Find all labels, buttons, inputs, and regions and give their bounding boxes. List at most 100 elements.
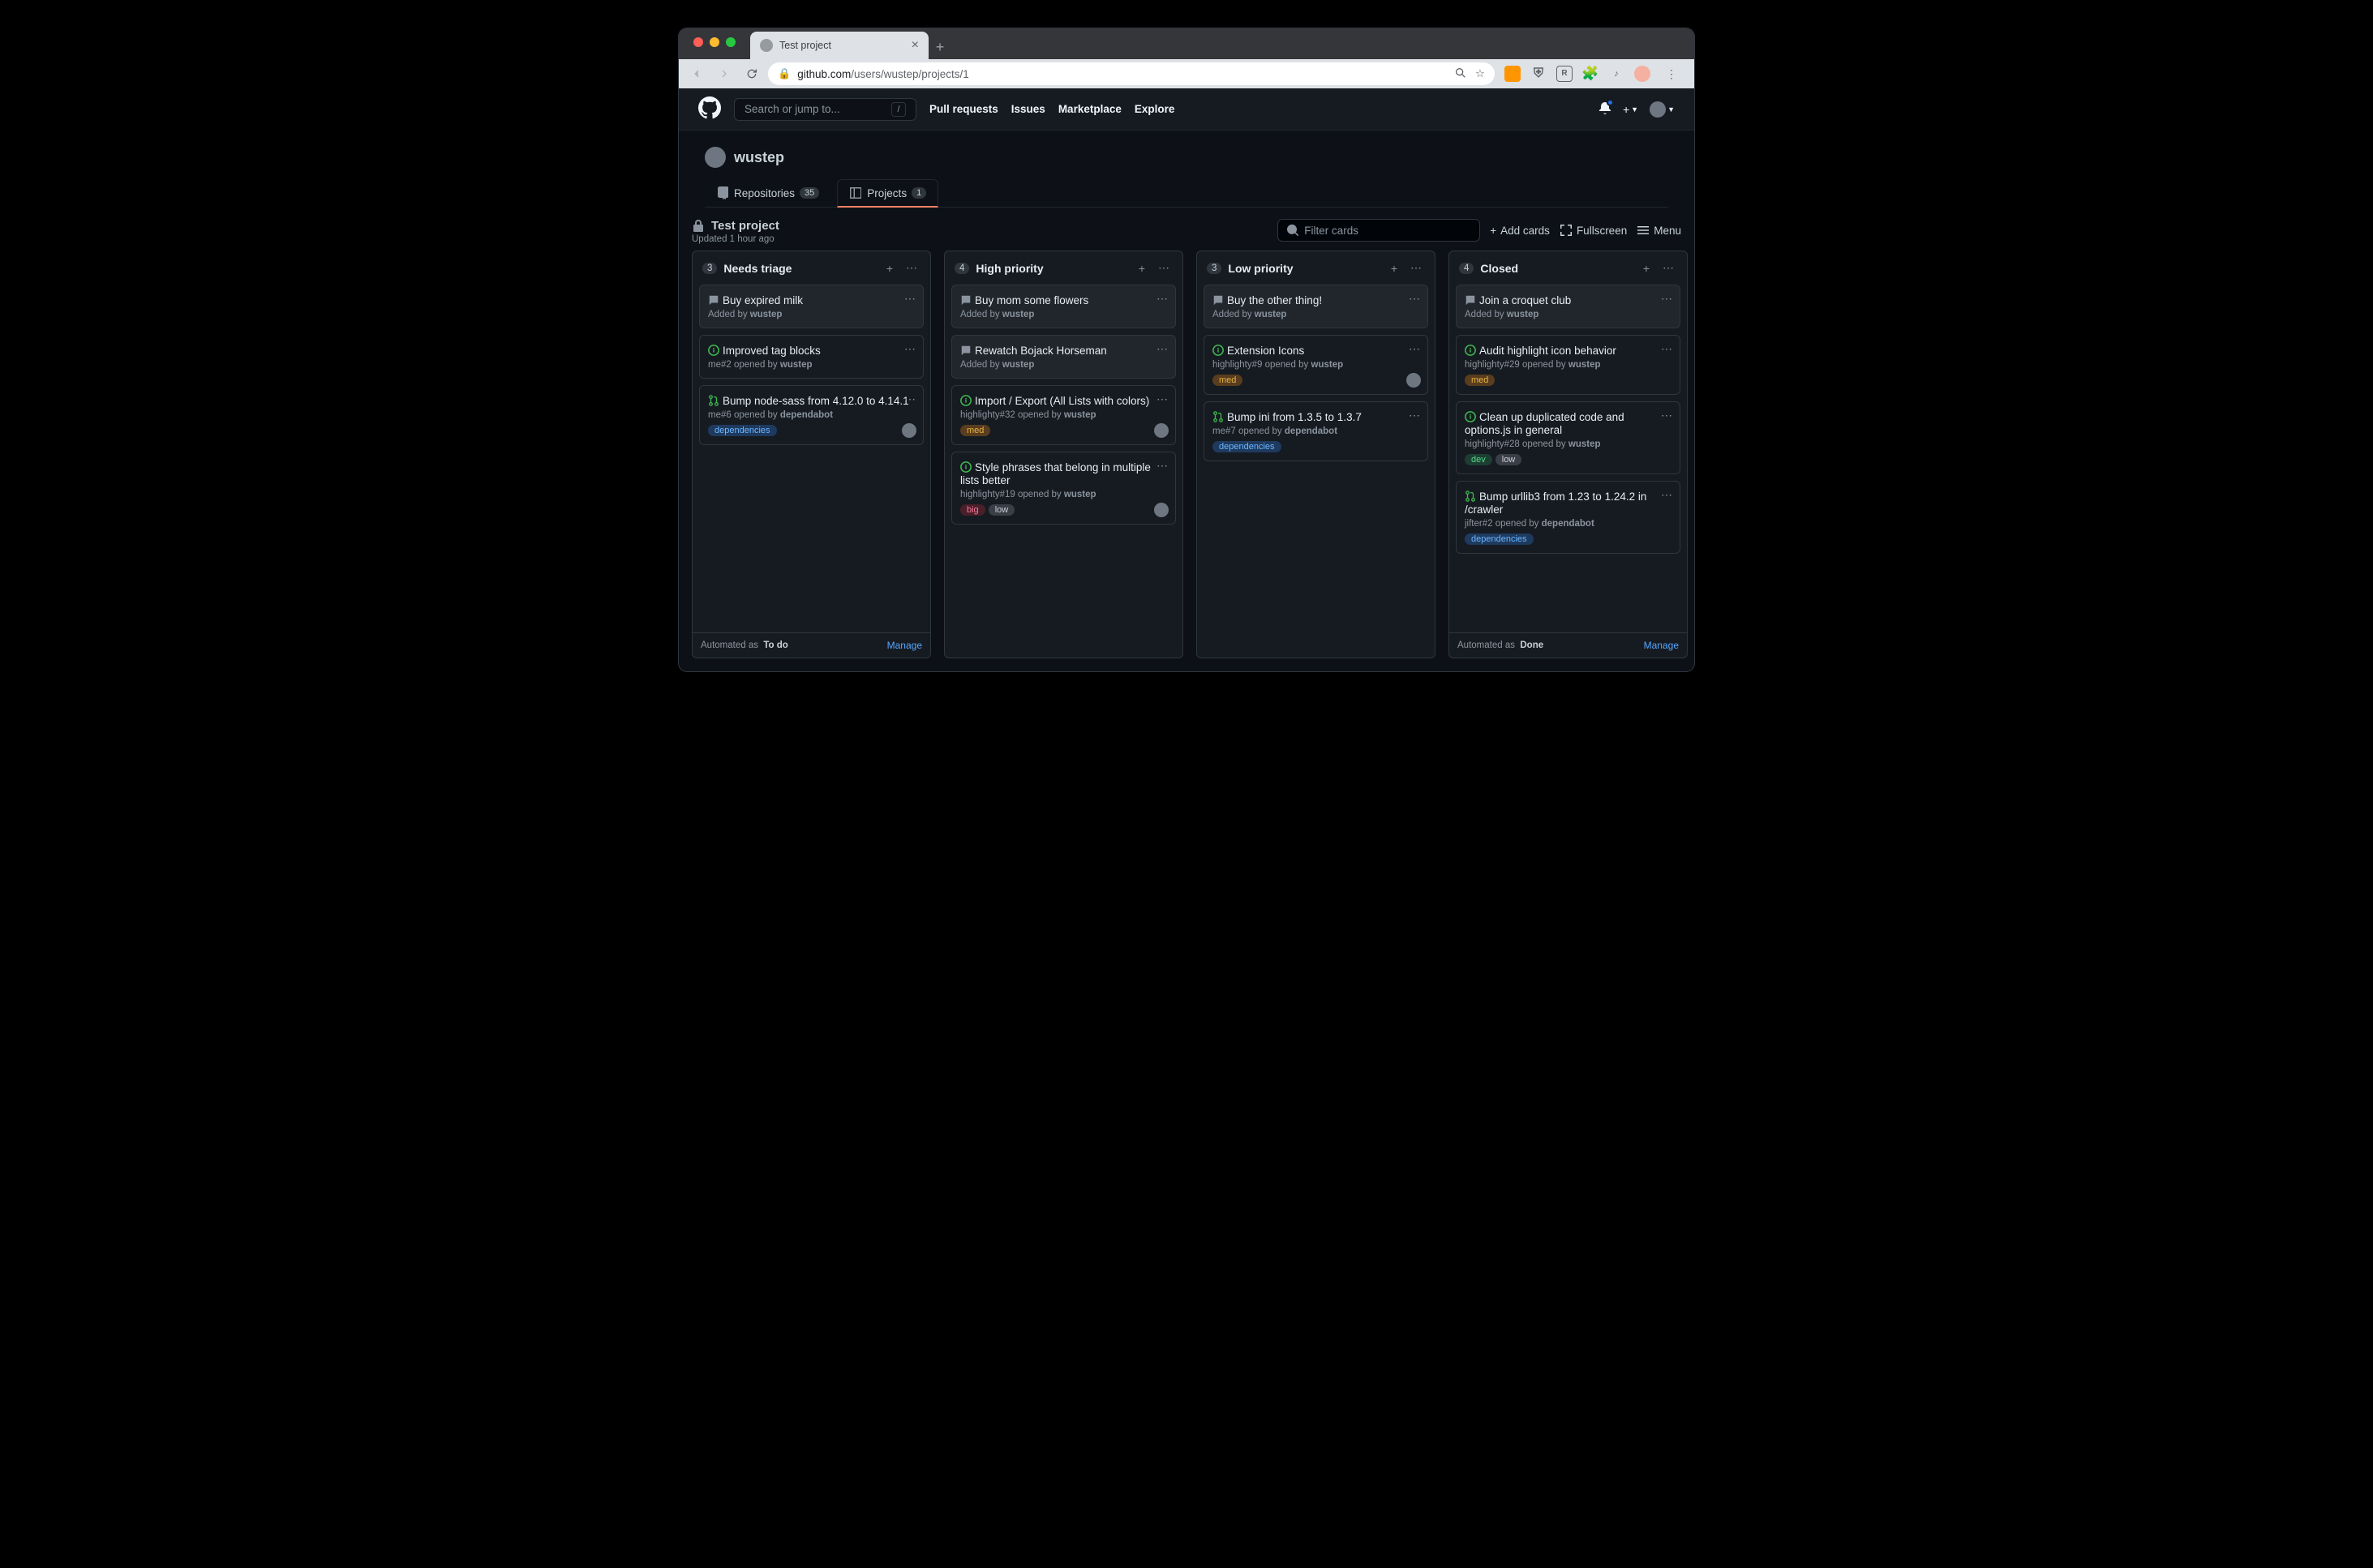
card-title: Buy mom some flowers — [975, 294, 1088, 306]
card-menu-icon[interactable]: ⋯ — [1156, 342, 1169, 356]
profile-username[interactable]: wustep — [734, 149, 784, 166]
global-search-input[interactable]: Search or jump to... / — [734, 98, 916, 121]
profile-avatar-icon[interactable] — [1634, 66, 1650, 82]
label-dependencies[interactable]: dependencies — [1212, 441, 1281, 452]
project-card[interactable]: ⋯Rewatch Bojack HorsemanAdded by wustep — [951, 335, 1176, 379]
add-cards-button[interactable]: +Add cards — [1490, 225, 1550, 237]
column-menu-icon[interactable]: ⋯ — [1407, 259, 1425, 276]
label-med[interactable]: med — [960, 425, 990, 436]
card-menu-icon[interactable]: ⋯ — [1409, 342, 1421, 356]
card-title[interactable]: Bump ini from 1.3.5 to 1.3.7 — [1227, 411, 1362, 423]
notifications-icon[interactable] — [1598, 101, 1611, 117]
media-control-icon[interactable]: ♪ — [1608, 66, 1624, 82]
nav-link-marketplace[interactable]: Marketplace — [1058, 103, 1122, 115]
add-card-button[interactable]: + — [1388, 260, 1401, 276]
column-menu-icon[interactable]: ⋯ — [1659, 259, 1677, 276]
label-dependencies[interactable]: dependencies — [708, 425, 777, 436]
label-low[interactable]: low — [1495, 454, 1522, 465]
project-card[interactable]: ⋯Buy mom some flowersAdded by wustep — [951, 285, 1176, 328]
card-menu-icon[interactable]: ⋯ — [1409, 292, 1421, 306]
project-card[interactable]: ⋯Improved tag blocksme#2 opened by wuste… — [699, 335, 924, 379]
reload-button[interactable] — [740, 62, 763, 85]
assignee-avatar[interactable] — [1406, 373, 1421, 388]
project-card[interactable]: ⋯Join a croquet clubAdded by wustep — [1456, 285, 1680, 328]
label-dependencies[interactable]: dependencies — [1465, 533, 1534, 545]
card-menu-icon[interactable]: ⋯ — [904, 292, 916, 306]
card-menu-icon[interactable]: ⋯ — [1409, 409, 1421, 422]
project-card[interactable]: ⋯ Clean up duplicated code and options.js… — [1456, 401, 1680, 474]
card-title[interactable]: Import / Export (All Lists with colors) — [975, 395, 1149, 407]
tab-repositories[interactable]: Repositories35 — [705, 179, 830, 207]
column-menu-icon[interactable]: ⋯ — [903, 259, 920, 276]
nav-link-pull-requests[interactable]: Pull requests — [929, 103, 998, 115]
ublock-icon[interactable]: ⛨ — [1530, 66, 1547, 82]
card-menu-icon[interactable]: ⋯ — [1661, 409, 1673, 422]
card-title[interactable]: Style phrases that belong in multiple li… — [960, 461, 1151, 486]
card-menu-icon[interactable]: ⋯ — [1156, 292, 1169, 306]
minimize-window-icon[interactable] — [710, 37, 719, 47]
label-low[interactable]: low — [989, 504, 1015, 516]
create-new-dropdown[interactable]: +▼ — [1623, 103, 1638, 116]
add-card-button[interactable]: + — [1640, 260, 1653, 276]
project-card[interactable]: ⋯Buy the other thing!Added by wustep — [1204, 285, 1428, 328]
assignee-avatar[interactable] — [902, 423, 916, 438]
close-window-icon[interactable] — [693, 37, 703, 47]
filter-cards-input[interactable]: Filter cards — [1277, 219, 1480, 242]
close-tab-icon[interactable]: × — [912, 38, 919, 53]
browser-tab[interactable]: Test project × — [750, 32, 929, 59]
user-menu-dropdown[interactable]: ▼ — [1650, 101, 1675, 118]
project-card[interactable]: ⋯Bump ini from 1.3.5 to 1.3.7me#7 opened… — [1204, 401, 1428, 461]
card-title[interactable]: Audit highlight icon behavior — [1479, 345, 1616, 357]
address-bar[interactable]: 🔒 github.com/users/wustep/projects/1 ☆ — [768, 62, 1495, 85]
assignee-avatar[interactable] — [1154, 423, 1169, 438]
github-logo[interactable] — [698, 96, 721, 122]
new-tab-button[interactable]: + — [929, 39, 951, 59]
label-med[interactable]: med — [1212, 375, 1242, 386]
column-menu-icon[interactable]: ⋯ — [1155, 259, 1173, 276]
menu-button[interactable]: Menu — [1637, 224, 1681, 237]
card-menu-icon[interactable]: ⋯ — [1661, 342, 1673, 356]
project-card[interactable]: ⋯Bump node-sass from 4.12.0 to 4.14.1me#… — [699, 385, 924, 445]
label-med[interactable]: med — [1465, 375, 1495, 386]
project-card[interactable]: ⋯ Bump urllib3 from 1.23 to 1.24.2 in /cr… — [1456, 481, 1680, 554]
card-menu-icon[interactable]: ⋯ — [1156, 459, 1169, 473]
extensions-menu-icon[interactable]: 🧩 — [1582, 66, 1598, 82]
maximize-window-icon[interactable] — [726, 37, 736, 47]
label-big[interactable]: big — [960, 504, 985, 516]
search-in-page-icon[interactable] — [1454, 66, 1467, 82]
manage-automation-link[interactable]: Manage — [887, 640, 922, 651]
card-title[interactable]: Bump node-sass from 4.12.0 to 4.14.1 — [723, 395, 909, 407]
back-button[interactable] — [685, 62, 708, 85]
project-card[interactable]: ⋯ Import / Export (All Lists with colors)… — [951, 385, 1176, 445]
add-card-button[interactable]: + — [1135, 260, 1148, 276]
add-card-button[interactable]: + — [883, 260, 896, 276]
manage-automation-link[interactable]: Manage — [1644, 640, 1679, 651]
project-title[interactable]: Test project — [711, 219, 779, 233]
card-title[interactable]: Extension Icons — [1227, 345, 1304, 357]
forward-button[interactable] — [713, 62, 736, 85]
project-card[interactable]: ⋯ Style phrases that belong in multiple l… — [951, 452, 1176, 525]
bookmark-icon[interactable]: ☆ — [1475, 67, 1485, 80]
card-title[interactable]: Improved tag blocks — [723, 345, 821, 357]
card-menu-icon[interactable]: ⋯ — [904, 392, 916, 406]
card-title[interactable]: Clean up duplicated code and options.js … — [1465, 411, 1624, 436]
card-menu-icon[interactable]: ⋯ — [904, 342, 916, 356]
extension-icon-r[interactable]: R — [1556, 66, 1573, 82]
profile-avatar[interactable] — [705, 147, 726, 168]
project-card[interactable]: ⋯Buy expired milkAdded by wustep — [699, 285, 924, 328]
project-card[interactable]: ⋯Audit highlight icon behaviorhighlighty… — [1456, 335, 1680, 395]
nav-link-explore[interactable]: Explore — [1135, 103, 1175, 115]
tab-projects[interactable]: Projects1 — [837, 179, 938, 208]
card-menu-icon[interactable]: ⋯ — [1156, 392, 1169, 406]
window-controls[interactable] — [687, 28, 742, 59]
label-dev[interactable]: dev — [1465, 454, 1492, 465]
card-title[interactable]: Bump urllib3 from 1.23 to 1.24.2 in /cra… — [1465, 491, 1646, 516]
card-menu-icon[interactable]: ⋯ — [1661, 292, 1673, 306]
assignee-avatar[interactable] — [1154, 503, 1169, 517]
card-menu-icon[interactable]: ⋯ — [1661, 488, 1673, 502]
extension-icon[interactable] — [1504, 66, 1521, 82]
nav-link-issues[interactable]: Issues — [1011, 103, 1045, 115]
fullscreen-button[interactable]: Fullscreen — [1560, 224, 1627, 237]
browser-menu-icon[interactable]: ⋮ — [1660, 62, 1683, 85]
project-card[interactable]: ⋯Extension Iconshighlighty#9 opened by w… — [1204, 335, 1428, 395]
